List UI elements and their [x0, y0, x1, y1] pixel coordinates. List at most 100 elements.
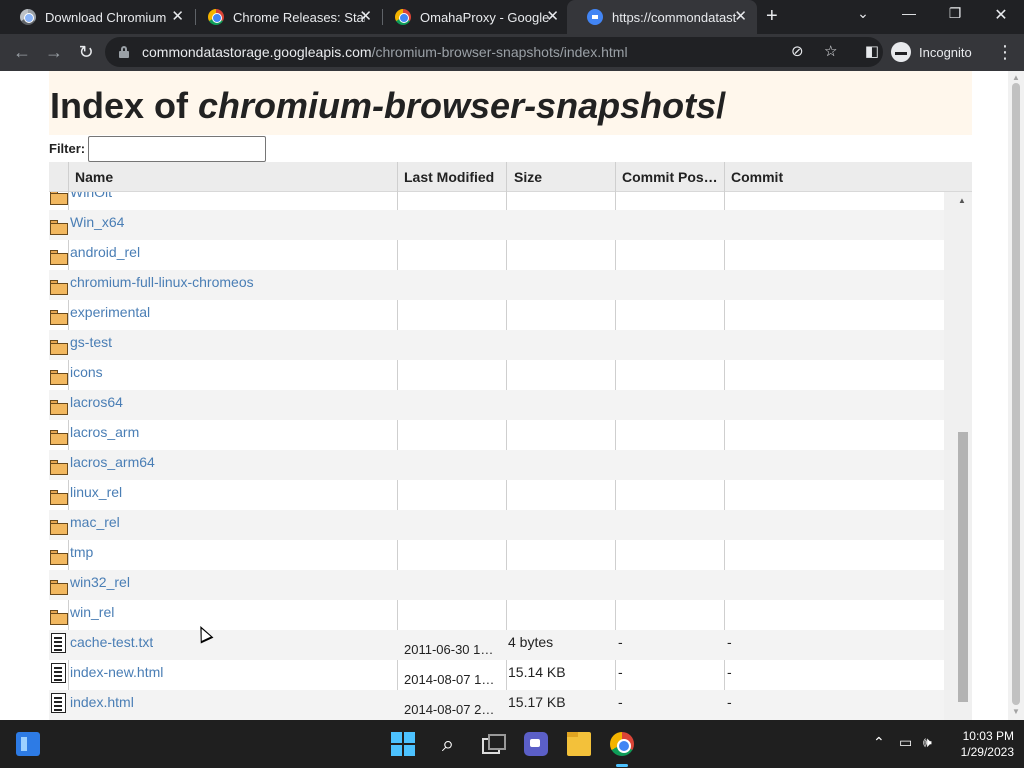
- table-row[interactable]: chromium-full-linux-chromeos: [49, 270, 944, 300]
- eye-off-icon[interactable]: ⊘: [791, 43, 804, 61]
- folder-icon: [50, 310, 68, 325]
- scroll-up-arrow-icon[interactable]: ▲: [1012, 73, 1020, 82]
- column-header-commit-pos[interactable]: Commit Pos…: [616, 162, 724, 192]
- page-scrollbar-thumb[interactable]: [1012, 83, 1020, 705]
- grid-scrollbar[interactable]: ▲: [944, 192, 972, 720]
- table-row[interactable]: cache-test.txt 2011-06-30 1… 4 bytes - -: [49, 630, 944, 660]
- file-icon: [51, 693, 66, 713]
- table-row[interactable]: win32_rel: [49, 570, 944, 600]
- restore-icon[interactable]: ❐: [940, 5, 970, 22]
- folder-icon: [50, 610, 68, 625]
- file-link[interactable]: index.html: [70, 694, 134, 720]
- side-panel-icon[interactable]: ◧: [860, 40, 884, 64]
- table-row[interactable]: index.html 2014-08-07 2… 15.17 KB - -: [49, 690, 944, 720]
- windows-taskbar: ⌕ ⌃ ▭ 🕪 10:03 PM 1/29/2023: [0, 720, 1024, 768]
- tab-commondatastorage[interactable]: https://commondatast ✕: [567, 0, 757, 34]
- minimize-icon[interactable]: —: [894, 5, 924, 21]
- active-app-indicator: [616, 764, 628, 767]
- teams-chat-icon[interactable]: [524, 732, 548, 756]
- folder-icon: [50, 400, 68, 415]
- bookmark-star-icon[interactable]: ☆: [824, 43, 837, 61]
- tab-title: https://commondatast: [612, 9, 737, 25]
- chrome-icon[interactable]: [610, 732, 634, 756]
- task-view-icon[interactable]: [480, 732, 506, 756]
- clock-date: 1/29/2023: [960, 745, 1014, 759]
- table-row[interactable]: lacros64: [49, 390, 944, 420]
- volume-icon[interactable]: 🕪: [923, 734, 932, 751]
- close-icon[interactable]: ✕: [546, 9, 559, 24]
- folder-icon: [50, 280, 68, 295]
- incognito-profile-button[interactable]: Incognito: [891, 39, 972, 65]
- new-tab-button[interactable]: +: [766, 6, 778, 26]
- grid-header: Name Last Modified Size Commit Pos… Comm…: [49, 162, 972, 192]
- table-row[interactable]: mac_rel: [49, 510, 944, 540]
- windows-start-icon[interactable]: [391, 732, 415, 756]
- grid-scrollbar-thumb[interactable]: [958, 432, 968, 702]
- table-row[interactable]: lacros_arm64: [49, 450, 944, 480]
- folder-icon: [50, 370, 68, 385]
- page-title: Index of chromium-browser-snapshots/: [50, 85, 727, 126]
- table-row[interactable]: linux_rel: [49, 480, 944, 510]
- filter-label: Filter:: [49, 141, 86, 156]
- chrome-icon: [208, 9, 224, 25]
- system-clock[interactable]: 10:03 PM 1/29/2023: [948, 728, 1014, 760]
- table-row[interactable]: WinOit: [49, 192, 944, 210]
- column-header-last-modified[interactable]: Last Modified: [398, 162, 507, 192]
- table-row[interactable]: index-new.html 2014-08-07 1… 15.14 KB - -: [49, 660, 944, 690]
- tab-chrome-releases[interactable]: Chrome Releases: Stabl ✕: [188, 0, 382, 34]
- address-bar[interactable]: commondatastorage.googleapis.com/chromiu…: [105, 37, 883, 67]
- folder-icon: [50, 460, 68, 475]
- close-icon[interactable]: ✕: [734, 9, 747, 24]
- tab-strip: Download Chromium ✕ Chrome Releases: Sta…: [0, 0, 1024, 34]
- folder-icon: [50, 550, 68, 565]
- table-row[interactable]: experimental: [49, 300, 944, 330]
- folder-icon: [50, 250, 68, 265]
- table-row[interactable]: icons: [49, 360, 944, 390]
- document-icon: [587, 9, 603, 25]
- search-icon[interactable]: ⌕: [436, 732, 460, 756]
- commit-pos-cell: -: [618, 694, 623, 710]
- commit-cell: -: [727, 694, 732, 710]
- network-icon[interactable]: ▭: [899, 734, 912, 751]
- close-icon[interactable]: ✕: [359, 9, 372, 24]
- folder-icon: [50, 580, 68, 595]
- filter-input[interactable]: [88, 136, 266, 162]
- reload-icon[interactable]: ↻: [74, 40, 98, 64]
- column-header-name[interactable]: Name: [69, 162, 398, 192]
- tab-omahaproxy[interactable]: OmahaProxy - Google ✕: [375, 0, 569, 34]
- browser-toolbar: ← → ↻ commondatastorage.googleapis.com/c…: [0, 34, 1024, 71]
- scroll-up-arrow-icon[interactable]: ▲: [958, 196, 966, 205]
- lock-icon[interactable]: [119, 46, 129, 58]
- tab-search-icon[interactable]: ⌄: [848, 5, 878, 22]
- scroll-down-arrow-icon[interactable]: ▼: [1012, 707, 1020, 716]
- widgets-icon[interactable]: [16, 732, 40, 756]
- table-row[interactable]: lacros_arm: [49, 420, 944, 450]
- table-row[interactable]: win_rel: [49, 600, 944, 630]
- folder-icon: [50, 192, 68, 205]
- last-modified-cell: 2014-08-07 2…: [404, 702, 495, 717]
- incognito-icon: [891, 42, 911, 62]
- folder-icon: [50, 220, 68, 235]
- tab-download-chromium[interactable]: Download Chromium ✕: [0, 0, 194, 34]
- chevron-up-icon[interactable]: ⌃: [873, 734, 885, 751]
- page-scrollbar[interactable]: ▲ ▼: [1008, 71, 1024, 720]
- folder-icon: [50, 340, 68, 355]
- url-text[interactable]: commondatastorage.googleapis.com/chromiu…: [142, 44, 628, 60]
- more-menu-icon[interactable]: ⋮: [996, 40, 1014, 64]
- back-arrow-icon[interactable]: ←: [10, 40, 34, 64]
- tab-title: OmahaProxy - Google: [420, 9, 550, 25]
- column-header-size[interactable]: Size: [508, 162, 616, 192]
- table-row[interactable]: gs-test: [49, 330, 944, 360]
- table-row[interactable]: tmp: [49, 540, 944, 570]
- chrome-icon: [395, 9, 411, 25]
- close-icon[interactable]: ✕: [171, 9, 184, 24]
- window-close-icon[interactable]: ✕: [986, 5, 1016, 25]
- file-icon: [51, 633, 66, 653]
- forward-arrow-icon[interactable]: →: [42, 40, 66, 64]
- column-header-commit[interactable]: Commit: [725, 162, 925, 192]
- tab-title: Chrome Releases: Stabl: [233, 9, 365, 25]
- table-row[interactable]: android_rel: [49, 240, 944, 270]
- table-row[interactable]: Win_x64: [49, 210, 944, 240]
- file-explorer-icon[interactable]: [567, 732, 591, 756]
- folder-icon: [50, 520, 68, 535]
